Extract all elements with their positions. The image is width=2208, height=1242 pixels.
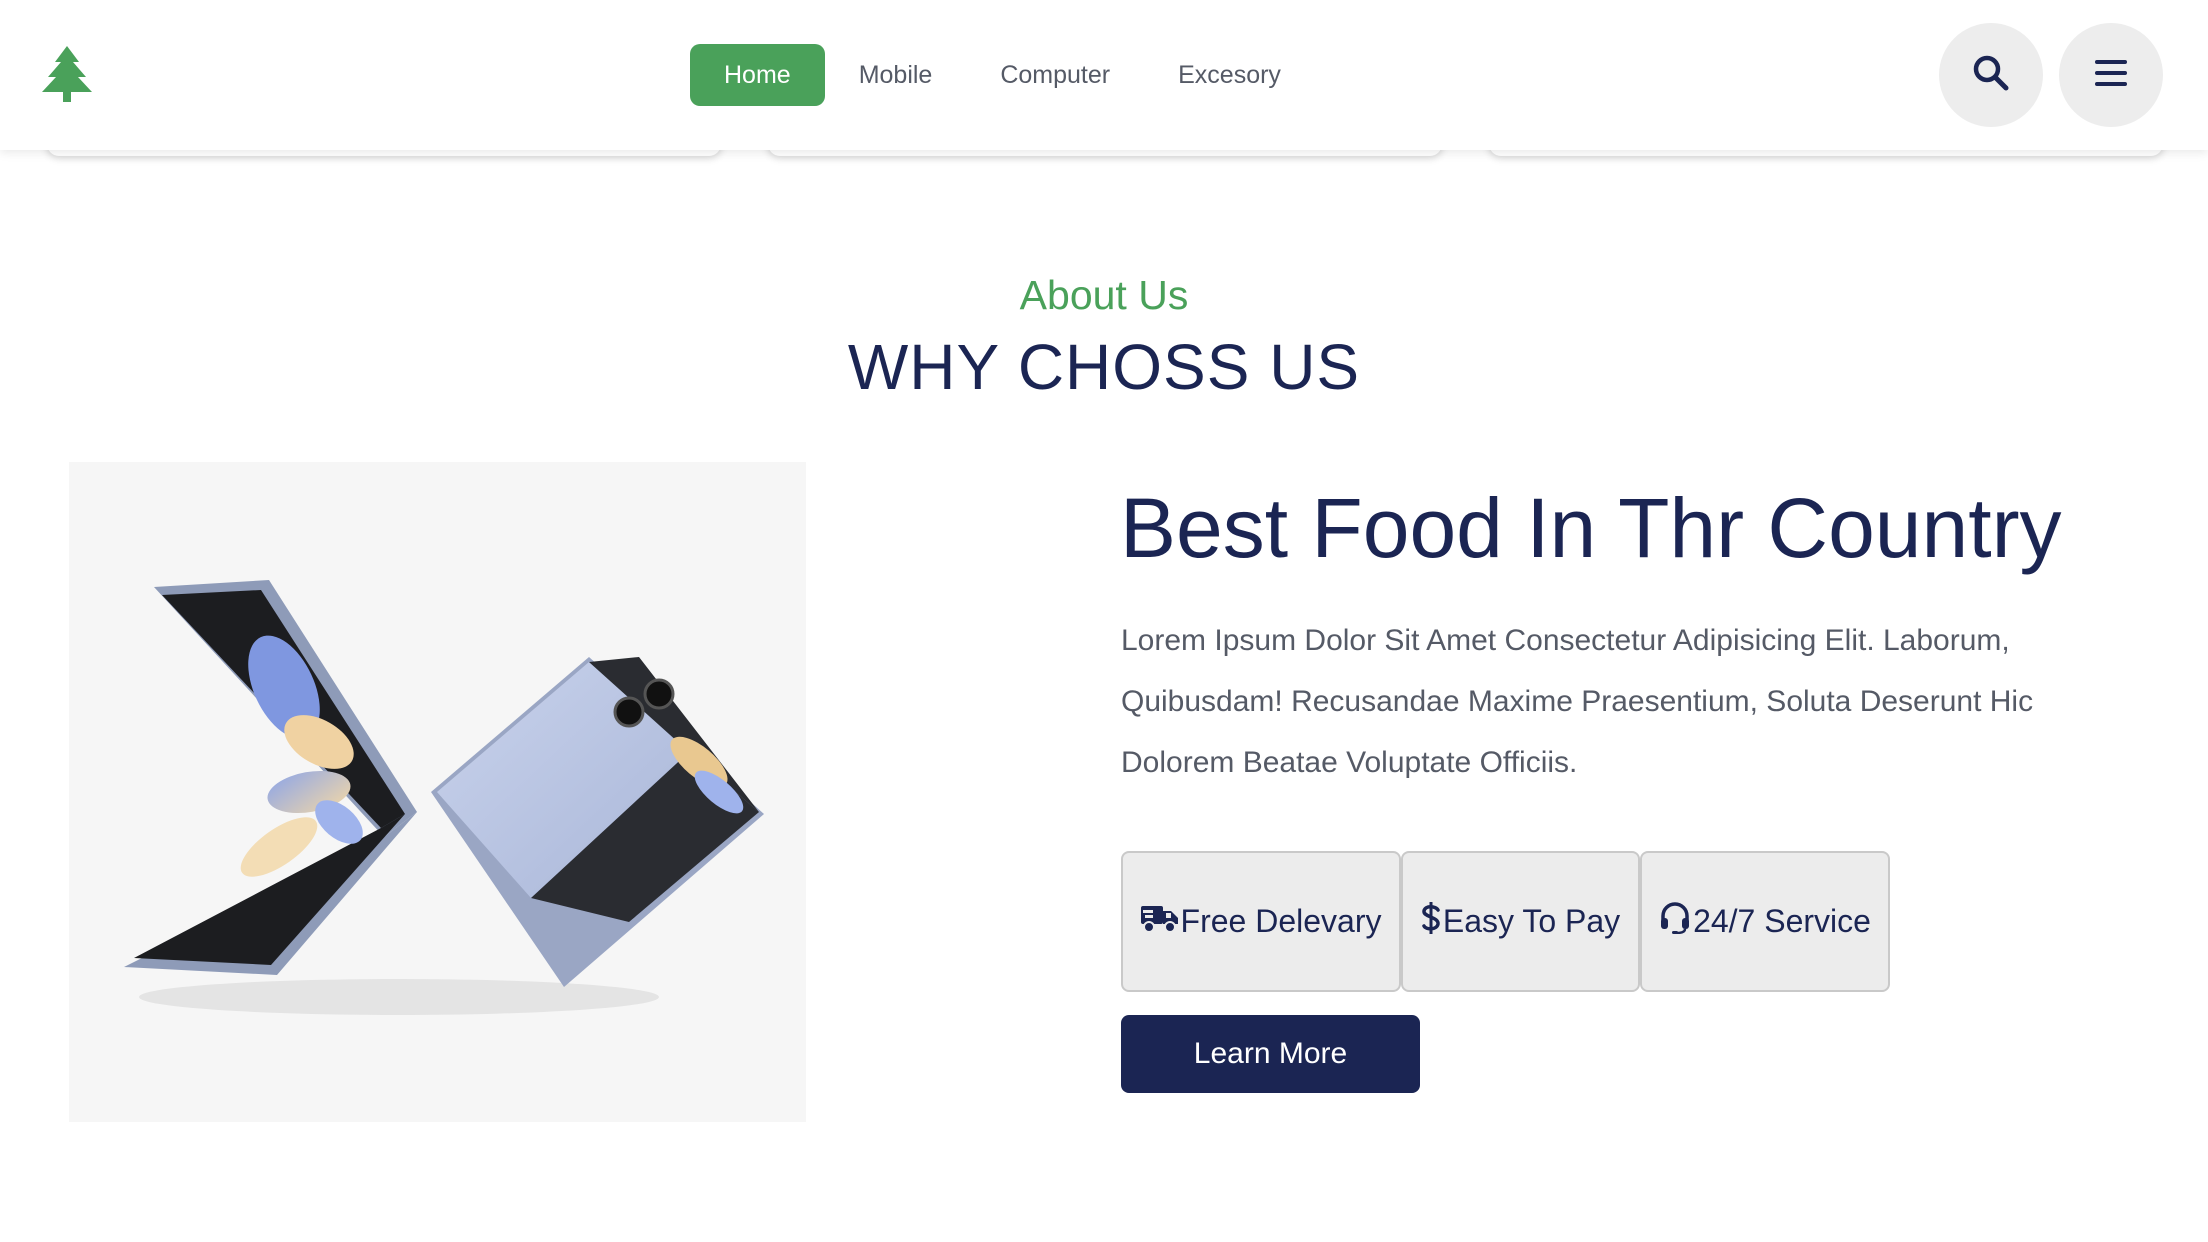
feature-buttons: Free Delevary Easy To Pay 24/7 Service: [1121, 851, 1890, 992]
easy-to-pay-button[interactable]: Easy To Pay: [1401, 851, 1640, 992]
foldable-phone-image: [69, 462, 806, 1122]
section-title: WHY CHOSS US: [847, 331, 1361, 403]
tree-icon[interactable]: [42, 46, 92, 102]
search-button[interactable]: [1939, 23, 2043, 127]
feature-label: 24/7 Service: [1693, 903, 1871, 939]
content-heading: Best Food In Thr Country: [1120, 481, 2062, 575]
content-paragraph: Lorem Ipsum Dolor Sit Amet Consectetur A…: [1121, 610, 2081, 793]
service-24-7-button[interactable]: 24/7 Service: [1640, 851, 1890, 992]
hamburger-menu-icon: [2094, 58, 2128, 93]
nav-item-computer[interactable]: Computer: [966, 44, 1144, 106]
feature-label: Free Delevary: [1180, 903, 1382, 939]
section-subtitle: About Us: [1019, 272, 1189, 318]
feature-label: Easy To Pay: [1442, 903, 1621, 939]
nav-item-mobile[interactable]: Mobile: [825, 44, 967, 106]
truck-icon: [1140, 903, 1181, 941]
dollar-icon: [1421, 901, 1443, 943]
free-delivery-button[interactable]: Free Delevary: [1121, 851, 1401, 992]
menu-button[interactable]: [2059, 23, 2163, 127]
paragraph-line: Quibusdam! Recusandae Maxime Praesentium…: [1121, 685, 2034, 718]
nav-item-excesory[interactable]: Excesory: [1144, 44, 1315, 106]
site-header: Home Mobile Computer Excesory: [0, 0, 2208, 150]
paragraph-line: Lorem Ipsum Dolor Sit Amet Consectetur A…: [1121, 624, 2010, 657]
search-icon: [1971, 53, 2011, 98]
nav-item-home[interactable]: Home: [690, 44, 825, 106]
main-nav: Home Mobile Computer Excesory: [690, 44, 1315, 106]
headset-icon: [1659, 901, 1693, 942]
learn-more-button[interactable]: Learn More: [1121, 1015, 1420, 1093]
paragraph-line: Dolorem Beatae Voluptate Officiis.: [1121, 746, 1578, 779]
